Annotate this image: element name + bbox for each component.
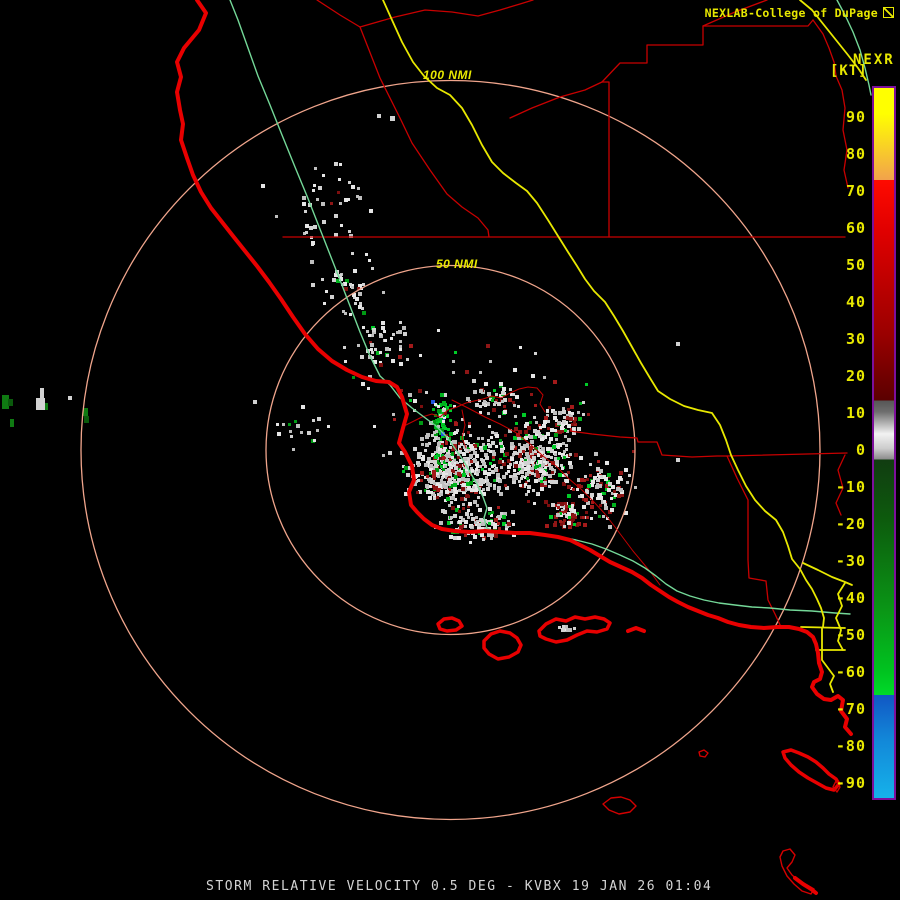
colorbar-tick--10: -10: [818, 479, 866, 495]
colorbar-tick-80: 80: [818, 146, 866, 162]
colorbar-tick--20: -20: [818, 516, 866, 532]
radar-echoes: [2, 114, 680, 632]
colorbar-tick--90: -90: [818, 775, 866, 791]
colorbar-tick--40: -40: [818, 590, 866, 606]
radar-map-canvas: [0, 0, 900, 900]
colorbar-tick--70: -70: [818, 701, 866, 717]
radar-display: NEXLAB-College of DuPage NEXR [KT] 100 N…: [0, 0, 900, 900]
colorbar-tick--60: -60: [818, 664, 866, 680]
colorbar-tick-0: 0: [818, 442, 866, 458]
dupage-logo-icon: [883, 7, 894, 18]
site-title-text: NEXLAB-College of DuPage: [705, 6, 878, 20]
range-ring-label-100nmi: 100 NMI: [423, 68, 472, 82]
units-label: [KT]: [830, 63, 868, 79]
colorbar-tick-70: 70: [818, 183, 866, 199]
colorbar-tick--50: -50: [818, 627, 866, 643]
colorbar-tick-50: 50: [818, 257, 866, 273]
colorbar-tick-40: 40: [818, 294, 866, 310]
product-caption: STORM RELATIVE VELOCITY 0.5 DEG - KVBX 1…: [206, 879, 712, 894]
highways-green: [230, 0, 871, 614]
range-rings: [81, 81, 820, 820]
colorbar-tick-20: 20: [818, 368, 866, 384]
range-ring-label-50nmi: 50 NMI: [436, 257, 478, 271]
islands-thin: [603, 750, 840, 894]
colorbar-tick-90: 90: [818, 109, 866, 125]
islands-thick: [438, 617, 839, 790]
colorbar-tick--80: -80: [818, 738, 866, 754]
colorbar-tick-10: 10: [818, 405, 866, 421]
colorbar-tick-30: 30: [818, 331, 866, 347]
velocity-colorbar: [872, 86, 896, 800]
colorbar-tick--30: -30: [818, 553, 866, 569]
colorbar-tick-60: 60: [818, 220, 866, 236]
county-borders: [283, 0, 848, 627]
site-title: NEXLAB-College of DuPage: [705, 6, 894, 20]
